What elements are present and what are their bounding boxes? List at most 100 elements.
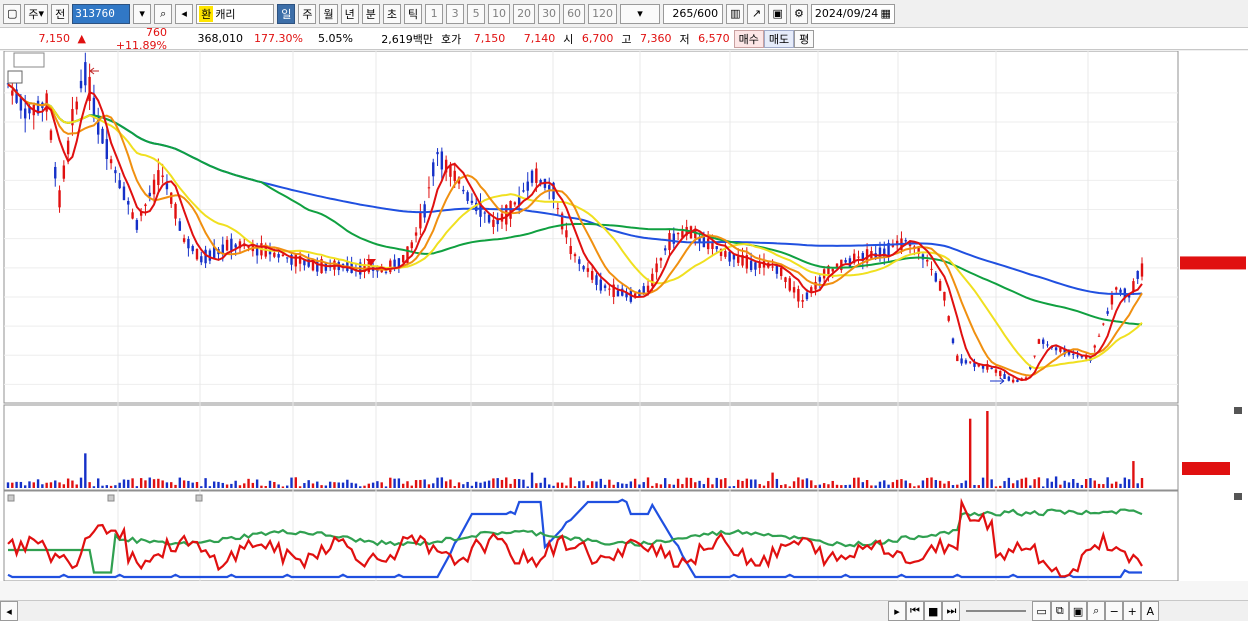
- interval-120[interactable]: 120: [588, 3, 618, 24]
- volume-bar: [337, 482, 340, 488]
- volume-bar: [621, 483, 624, 488]
- volume-bar: [444, 481, 448, 488]
- stock-name-field[interactable]: 환 캐리: [196, 3, 275, 24]
- volume-bar: [320, 485, 323, 488]
- line-tool-icon[interactable]: ↗: [747, 3, 766, 24]
- interval-10[interactable]: 10: [488, 3, 511, 24]
- volume-bar: [492, 478, 495, 488]
- buy-button[interactable]: 매수: [733, 29, 764, 48]
- prev-button[interactable]: 전: [51, 3, 70, 24]
- scroll-left-button[interactable]: ◂: [0, 601, 18, 621]
- candle-body: [427, 187, 431, 189]
- volume-bar: [298, 486, 302, 488]
- sell-button[interactable]: 매도: [763, 29, 795, 48]
- candle-body: [603, 285, 607, 288]
- volume-bar: [870, 485, 873, 488]
- window-icon[interactable]: ▢: [3, 3, 22, 24]
- restore-icon[interactable]: ▣: [1068, 601, 1088, 621]
- volume-bar: [470, 485, 474, 488]
- volume-bar: [290, 477, 293, 488]
- candle-body: [1132, 281, 1135, 292]
- volume-bar: [174, 484, 177, 488]
- count-field[interactable]: 265/600: [663, 3, 724, 24]
- period-year-tab[interactable]: 년: [340, 3, 359, 24]
- copy-icon[interactable]: ⧉: [1050, 601, 1069, 621]
- first-button[interactable]: ⏮: [906, 601, 924, 621]
- zoom-icon[interactable]: ⌕: [1087, 601, 1106, 621]
- candle-body: [109, 159, 113, 164]
- candle-body: [161, 175, 164, 178]
- period-week-tab[interactable]: 주: [298, 3, 317, 24]
- volume-bar: [792, 481, 796, 488]
- calendar-icon[interactable]: ▦: [880, 7, 890, 20]
- code-dropdown-icon[interactable]: ▾: [133, 3, 152, 24]
- volume-bar: [204, 478, 207, 488]
- volume-bar: [960, 483, 963, 488]
- quote-high-label: 고: [621, 32, 632, 46]
- volume-bar: [827, 484, 830, 488]
- volume-bar: [694, 482, 697, 488]
- save-icon[interactable]: ▣: [768, 3, 787, 24]
- stock-chart[interactable]: [0, 51, 1248, 600]
- candle-body: [960, 358, 963, 364]
- period-minute-tab[interactable]: 분: [361, 3, 380, 24]
- volume-bar: [938, 480, 942, 488]
- volume-bar: [139, 478, 143, 488]
- interval-60[interactable]: 60: [563, 3, 586, 24]
- stock-code-input[interactable]: 313760: [72, 3, 131, 24]
- candle-body: [522, 190, 525, 192]
- candle-body: [655, 263, 658, 273]
- volume-bar: [522, 479, 525, 488]
- scroll-right-button[interactable]: ▸: [888, 601, 906, 621]
- candle-body: [659, 258, 663, 261]
- candle-body: [943, 291, 946, 301]
- gear-icon[interactable]: ⚙: [789, 3, 808, 24]
- interval-dropdown[interactable]: ▾: [620, 3, 661, 24]
- period-month-tab[interactable]: 월: [319, 3, 338, 24]
- interval-20[interactable]: 20: [513, 3, 536, 24]
- candle-body: [195, 249, 199, 260]
- volume-bar: [200, 486, 203, 488]
- candle-body: [174, 203, 177, 219]
- volume-bar: [1102, 484, 1105, 488]
- period-day-tab[interactable]: 일: [277, 3, 296, 24]
- last-button[interactable]: ⏭: [942, 601, 961, 621]
- zoom-out-icon[interactable]: −: [1105, 601, 1124, 621]
- volume-bar: [990, 479, 993, 488]
- candle-body: [414, 232, 418, 236]
- period-second-tab[interactable]: 초: [382, 3, 401, 24]
- volume-bar: [6, 482, 10, 488]
- volume-bar: [281, 486, 285, 488]
- volume-bar: [633, 478, 637, 488]
- text-tool-icon[interactable]: A: [1141, 601, 1160, 621]
- volume-bar: [582, 480, 585, 488]
- interval-3[interactable]: 3: [446, 3, 465, 24]
- market-type-select[interactable]: 주 ▾: [24, 3, 49, 24]
- volume-bar: [71, 480, 74, 488]
- zoom-in-icon[interactable]: +: [1123, 601, 1142, 621]
- date-field[interactable]: 2024/09/24 ▦: [810, 3, 895, 24]
- x-axis-strip: [0, 581, 1248, 600]
- volume-bar: [264, 485, 267, 488]
- volume-bar: [951, 485, 955, 488]
- speaker-icon[interactable]: ◂: [175, 3, 194, 24]
- layout-icon[interactable]: ▭: [1032, 601, 1051, 621]
- volume-bar: [109, 485, 113, 488]
- period-tick-tab[interactable]: 틱: [403, 3, 423, 24]
- interval-5[interactable]: 5: [467, 3, 486, 24]
- volume-bar: [732, 486, 736, 488]
- candle-body: [664, 248, 667, 251]
- stop-button[interactable]: ■: [924, 601, 943, 621]
- volume-bar: [462, 484, 465, 488]
- interval-30[interactable]: 30: [538, 3, 561, 24]
- zoom-slider[interactable]: [966, 610, 1027, 612]
- main-toolbar: ▢ 주 ▾ 전 313760 ▾ ⌕ ◂ 환 캐리 일 주 월 년 분 초 틱 1…: [0, 0, 1248, 28]
- volume-bar: [517, 479, 521, 488]
- candle-icon[interactable]: ▥: [726, 3, 745, 24]
- eval-button[interactable]: 평: [794, 29, 815, 48]
- search-icon[interactable]: ⌕: [154, 3, 173, 24]
- holding-close-button: [1234, 493, 1242, 500]
- candle-body: [84, 62, 87, 86]
- volume-bar: [277, 484, 280, 488]
- interval-1[interactable]: 1: [425, 3, 444, 24]
